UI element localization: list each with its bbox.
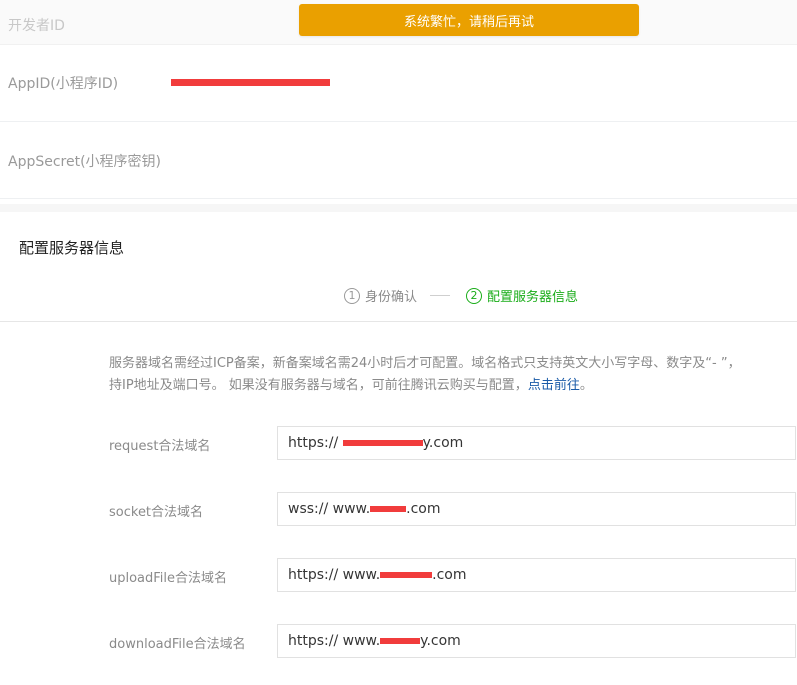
developer-id-label: 开发者ID <box>8 18 65 34</box>
request-domain-value: https:// y.com <box>288 435 463 451</box>
section-divider <box>0 321 797 322</box>
socket-domain-suffix: .com <box>406 501 441 517</box>
appid-redaction <box>171 79 330 86</box>
downloadfile-domain-label: downloadFile合法域名 <box>109 637 246 652</box>
goto-tencent-cloud-link[interactable]: 点击前往 <box>528 378 580 393</box>
socket-domain-value: wss:// www. .com <box>288 501 441 517</box>
notice-line-2-text: 持IP地址及端口号。 如果没有服务器与域名，可前往腾讯云购买与配置， <box>109 378 528 393</box>
downloadfile-domain-redaction <box>380 638 421 644</box>
request-domain-label: request合法域名 <box>109 439 211 454</box>
step-indicator: 1 身份确认 2 配置服务器信息 <box>344 286 578 305</box>
uploadfile-domain-redaction <box>380 572 433 578</box>
appsecret-row: AppSecret(小程序密钥) <box>0 122 797 199</box>
downloadfile-domain-input[interactable]: https:// www. y.com <box>277 624 796 658</box>
request-domain-prefix: https:// <box>288 435 343 451</box>
step-1-number-icon: 1 <box>344 287 360 304</box>
request-domain-redaction <box>342 440 423 446</box>
domain-notice: 服务器域名需经过ICP备案，新备案域名需24小时后才可配置。域名格式只支持英文大… <box>109 353 797 397</box>
socket-domain-input[interactable]: wss:// www. .com <box>277 492 796 526</box>
appsecret-label: AppSecret(小程序密钥) <box>8 154 162 170</box>
step-connector <box>430 295 451 296</box>
notice-line-2: 持IP地址及端口号。 如果没有服务器与域名，可前往腾讯云购买与配置，点击前往。 <box>109 375 797 397</box>
downloadfile-domain-suffix: y.com <box>420 633 461 649</box>
step-2-number-icon: 2 <box>466 287 483 304</box>
uploadfile-domain-input[interactable]: https:// www. .com <box>277 558 796 592</box>
uploadfile-domain-suffix: .com <box>432 567 467 583</box>
socket-domain-prefix: wss:// www. <box>288 501 371 517</box>
section-gap <box>0 204 797 212</box>
toast-message: 系统繁忙，请稍后再试 <box>403 14 534 30</box>
step-configure-server: 2 配置服务器信息 <box>466 286 578 305</box>
socket-domain-redaction <box>370 506 407 512</box>
step-1-label: 身份确认 <box>365 290 418 305</box>
appid-label: AppID(小程序ID) <box>8 76 119 92</box>
request-domain-suffix: y.com <box>422 435 464 451</box>
request-domain-input[interactable]: https:// y.com <box>277 426 796 460</box>
socket-domain-label: socket合法域名 <box>109 505 204 520</box>
step-identity-confirm: 1 身份确认 <box>344 286 417 305</box>
error-toast: 系统繁忙，请稍后再试 <box>299 4 639 36</box>
appid-row: AppID(小程序ID) <box>0 45 797 122</box>
section-title: 配置服务器信息 <box>19 239 125 257</box>
step-2-label: 配置服务器信息 <box>487 290 579 305</box>
uploadfile-domain-label: uploadFile合法域名 <box>109 571 228 586</box>
uploadfile-domain-value: https:// www. .com <box>288 567 467 583</box>
downloadfile-domain-value: https:// www. y.com <box>288 633 461 649</box>
notice-line-2-tail: 。 <box>579 378 593 393</box>
downloadfile-domain-prefix: https:// www. <box>288 633 381 649</box>
uploadfile-domain-prefix: https:// www. <box>288 567 381 583</box>
notice-line-1: 服务器域名需经过ICP备案，新备案域名需24小时后才可配置。域名格式只支持英文大… <box>109 356 741 371</box>
